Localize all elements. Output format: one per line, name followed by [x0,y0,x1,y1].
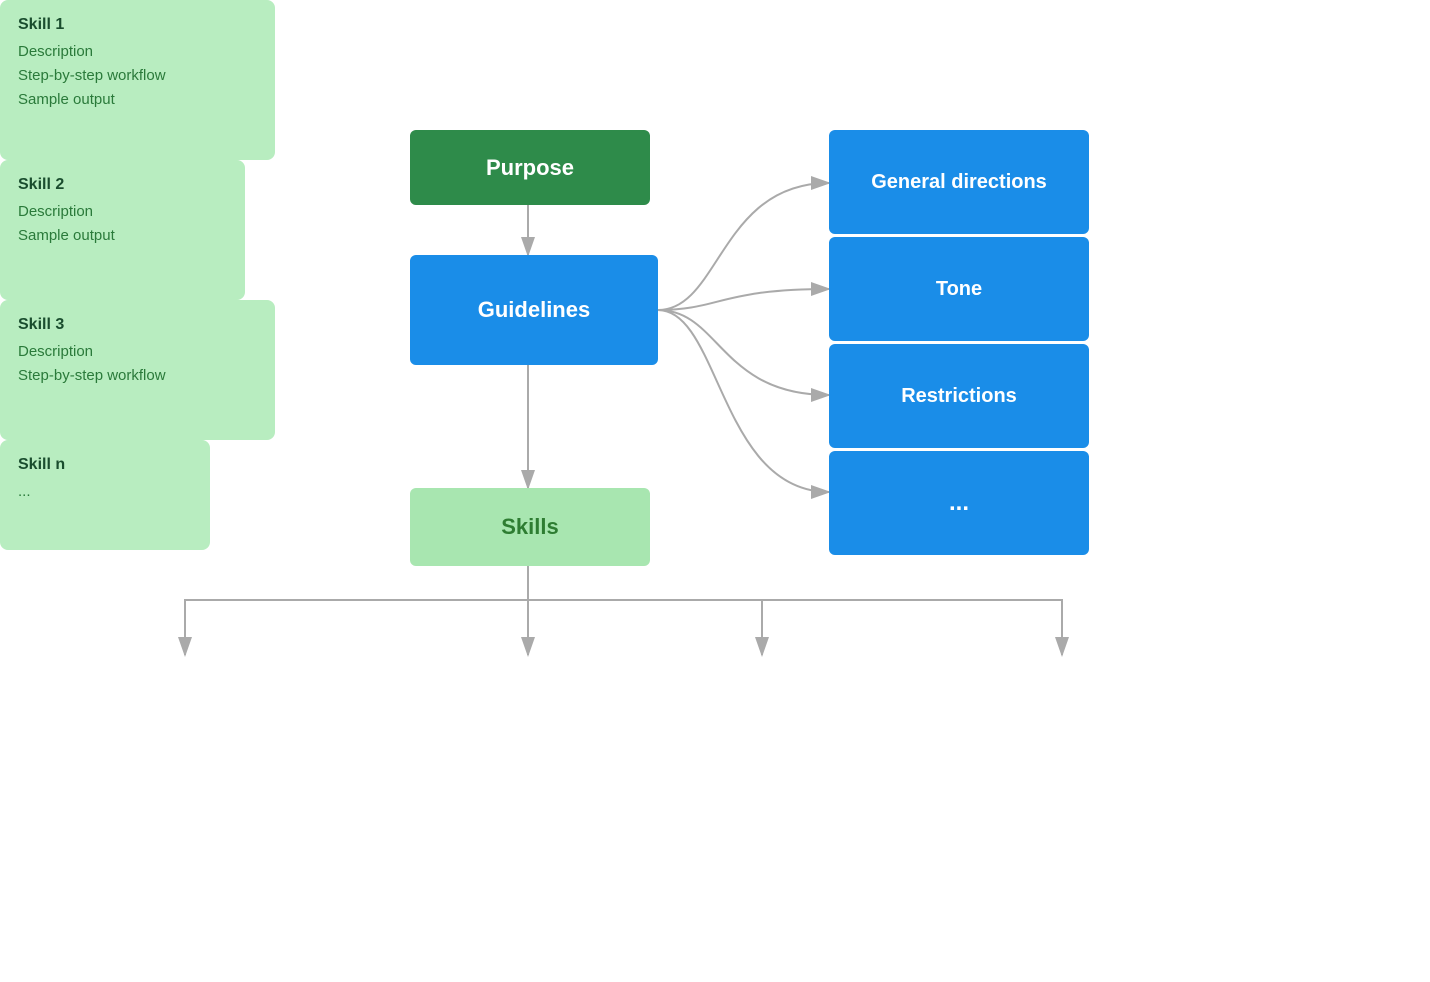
skilln-title: Skill n [18,456,192,474]
skilln-node: Skill n ... [0,440,210,550]
skill1-item-3: Sample output [18,88,257,112]
diagram-container: Purpose Guidelines General directions To… [0,0,1430,982]
ellipsis-right-node: ... [829,451,1089,555]
general-directions-node: General directions [829,130,1089,234]
skill3-title: Skill 3 [18,316,257,334]
skill1-title: Skill 1 [18,16,257,34]
skill3-node: Skill 3 Description Step-by-step workflo… [0,300,275,440]
skill1-node: Skill 1 Description Step-by-step workflo… [0,0,275,160]
skill2-item-1: Description [18,200,227,224]
tone-node: Tone [829,237,1089,341]
skill2-item-2: Sample output [18,224,227,248]
skill2-title: Skill 2 [18,176,227,194]
skill3-item-1: Description [18,340,257,364]
skill3-item-2: Step-by-step workflow [18,364,257,388]
purpose-node: Purpose [410,130,650,205]
skills-node: Skills [410,488,650,566]
skill1-item-1: Description [18,40,257,64]
skilln-item-1: ... [18,480,192,504]
skill1-item-2: Step-by-step workflow [18,64,257,88]
guidelines-node: Guidelines [410,255,658,365]
skill2-node: Skill 2 Description Sample output [0,160,245,300]
restrictions-node: Restrictions [829,344,1089,448]
